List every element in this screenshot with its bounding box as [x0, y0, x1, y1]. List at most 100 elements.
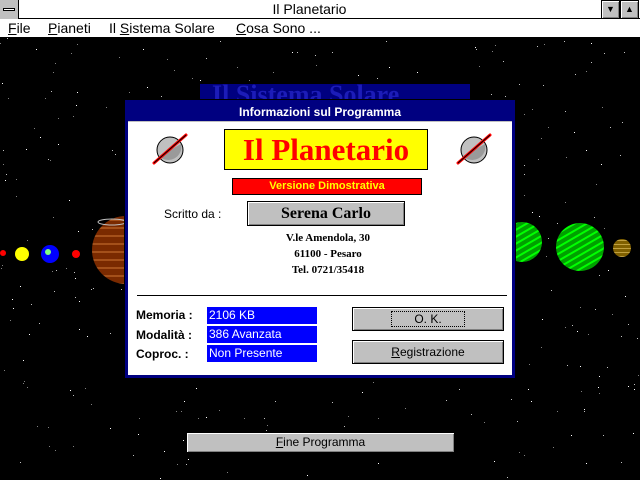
star — [34, 128, 35, 129]
star — [53, 72, 54, 73]
star — [577, 331, 578, 332]
star — [612, 314, 613, 315]
menu-pianeti[interactable]: Pianeti — [48, 19, 91, 37]
star — [79, 301, 80, 302]
register-button-mnemonic: R — [391, 345, 400, 359]
star — [53, 217, 54, 218]
end-program-label: ine Programma — [283, 435, 366, 449]
coprocessor-label: Coproc. : — [136, 347, 189, 361]
star — [40, 137, 41, 138]
menu-sistema-solare-prefix: Il — [109, 20, 120, 36]
star — [348, 416, 349, 417]
star — [13, 308, 14, 309]
star — [73, 446, 74, 447]
star — [16, 179, 17, 180]
maximize-icon[interactable]: ▲ — [620, 0, 639, 19]
memory-value: 2106 KB — [207, 307, 317, 324]
dialog-divider — [137, 295, 507, 296]
address-street: V.le Amendola, 30 — [285, 232, 371, 244]
star — [475, 47, 476, 48]
star — [446, 400, 447, 401]
star — [624, 52, 625, 53]
menu-cosa-sono-label: osa Sono ... — [246, 20, 321, 36]
star — [595, 309, 596, 310]
star — [511, 399, 512, 400]
star — [266, 430, 267, 431]
star — [37, 426, 38, 427]
star — [529, 364, 530, 365]
star — [564, 41, 565, 42]
star — [602, 107, 603, 108]
menu-sistema-solare[interactable]: Il Sistema Solare — [109, 19, 215, 37]
system-menu-icon[interactable] — [0, 0, 19, 19]
star — [119, 57, 120, 58]
star — [160, 478, 161, 479]
star — [129, 92, 130, 93]
star — [608, 270, 609, 271]
star — [249, 80, 250, 81]
star — [565, 111, 566, 112]
star — [599, 376, 600, 377]
star — [20, 286, 21, 287]
star — [603, 435, 604, 436]
register-button[interactable]: Registrazione — [352, 340, 504, 364]
star — [23, 383, 24, 384]
menu-file[interactable]: File — [8, 19, 31, 37]
register-button-label: egistrazione — [399, 345, 465, 359]
mars-planet[interactable] — [72, 250, 80, 258]
star — [386, 41, 387, 42]
star — [3, 150, 4, 151]
star — [471, 414, 472, 415]
star — [4, 370, 5, 371]
star — [3, 164, 4, 165]
star — [267, 425, 268, 426]
star — [1, 268, 2, 269]
star — [575, 74, 576, 75]
star — [405, 408, 406, 409]
star — [2, 83, 3, 84]
written-by-label: Scritto da : — [164, 207, 222, 221]
star — [174, 70, 175, 71]
mercury-planet[interactable] — [0, 250, 6, 256]
end-program-button[interactable]: Fine Programma — [186, 432, 455, 453]
star — [542, 319, 543, 320]
star — [220, 41, 221, 42]
minimize-icon[interactable]: ▼ — [601, 0, 620, 19]
star — [139, 418, 140, 419]
star — [566, 157, 567, 158]
pluto-planet[interactable] — [613, 239, 631, 257]
star — [315, 55, 316, 56]
menu-cosa-sono[interactable]: Cosa Sono ... — [236, 19, 321, 37]
star — [495, 45, 496, 46]
star — [138, 434, 139, 435]
star — [505, 96, 506, 97]
star — [548, 127, 549, 128]
neptune-planet[interactable] — [556, 223, 604, 271]
star — [27, 387, 28, 388]
star — [93, 288, 94, 289]
venus-planet[interactable] — [15, 247, 29, 261]
star — [52, 271, 53, 272]
star — [567, 365, 568, 366]
star — [316, 65, 317, 66]
star — [586, 463, 587, 464]
star — [219, 410, 220, 411]
star — [24, 381, 25, 382]
star — [31, 304, 32, 305]
star — [459, 389, 460, 390]
star — [20, 462, 21, 463]
star — [571, 435, 572, 436]
star — [565, 202, 566, 203]
star — [70, 390, 71, 391]
star — [607, 367, 608, 368]
earth-continent — [45, 249, 51, 255]
ok-button[interactable]: O. K. — [352, 307, 504, 331]
star — [244, 418, 245, 419]
star — [198, 418, 199, 419]
star — [297, 52, 298, 53]
dialog-caption: Informazioni sul Programma — [128, 103, 512, 121]
star — [601, 164, 602, 165]
star — [133, 455, 134, 456]
star — [16, 196, 17, 197]
star — [200, 80, 201, 81]
